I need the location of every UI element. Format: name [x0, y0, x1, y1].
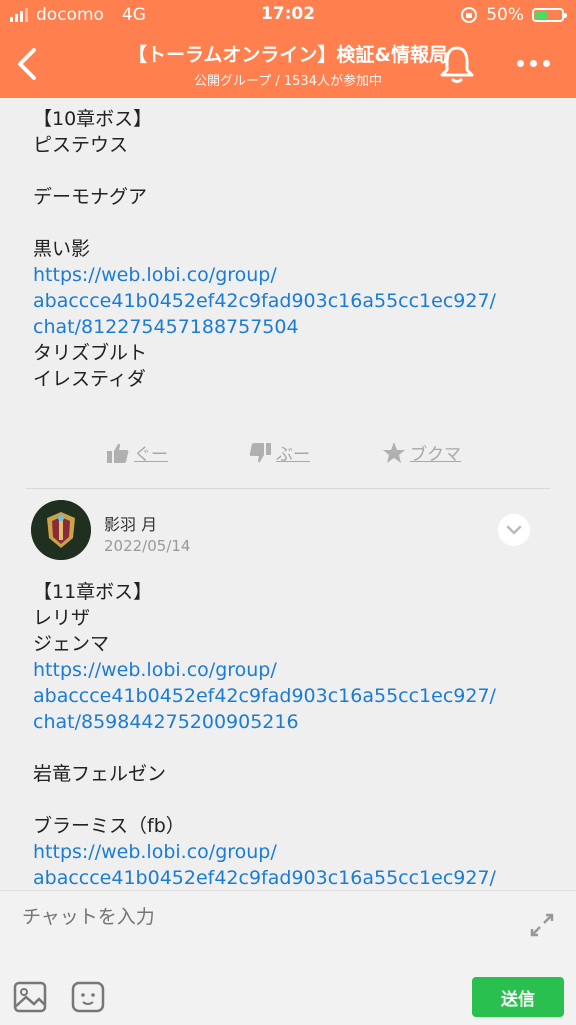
message-line: ジェンマ [33, 633, 110, 655]
message-line [33, 735, 496, 761]
chat-timeline[interactable]: 【10章ボス】 ピステウス デーモナグア 黒い影 https://web.lobi.co… [0, 98, 576, 890]
thumbs-down-icon [249, 442, 271, 462]
battery-percent: 50% [486, 5, 524, 25]
message-line: 黒い影 [33, 238, 91, 260]
star-icon [383, 441, 405, 463]
stamp-icon[interactable] [70, 979, 106, 1015]
boo-button[interactable]: ぶー [248, 440, 310, 465]
message-link[interactable]: chat/859844275200905216 [33, 709, 496, 735]
message-line: ブラーミス（fb） [33, 815, 185, 837]
status-bar: docomo 4G 17:02 50% [0, 0, 576, 30]
nav-bar: 【トーラムオンライン】検証&情報局 公開グループ / 1534人が参加中 [0, 30, 576, 98]
thumbs-up-icon [107, 443, 129, 463]
message-link[interactable]: abaccce41b0452ef42c9fad903c16a55cc1ec927… [33, 683, 496, 709]
message-line: デーモナグア [33, 186, 148, 208]
orientation-lock-icon [461, 7, 478, 23]
message-line: ピステウス [33, 134, 129, 156]
avatar[interactable] [31, 500, 91, 560]
bell-icon[interactable] [436, 42, 478, 86]
expand-icon[interactable] [524, 907, 560, 943]
message-body-11ch: 【11章ボス】 レリザ ジェンマ https://web.lobi.co/group/… [33, 579, 496, 890]
message-line [33, 787, 496, 813]
message-link[interactable]: https://web.lobi.co/group/ [33, 839, 496, 865]
message-line [33, 158, 496, 184]
message-divider [26, 488, 550, 489]
back-chevron-icon[interactable] [10, 42, 46, 86]
bookmark-button[interactable]: ブクマ [382, 440, 461, 465]
post-date: 2022/05/14 [104, 537, 191, 555]
message-link[interactable]: chat/812275457188757504 [33, 314, 496, 340]
image-icon[interactable] [12, 979, 48, 1015]
chat-composer: 送信 [0, 890, 576, 1025]
good-button[interactable]: ぐー [106, 440, 168, 465]
reaction-bar: ぐー ぶー ブクマ [0, 440, 576, 476]
message-link[interactable]: https://web.lobi.co/group/ [33, 262, 496, 288]
message-line: 【11章ボス】 [33, 581, 153, 603]
author-name[interactable]: 影羽 月 [104, 511, 157, 535]
message-body-10ch: 【10章ボス】 ピステウスデーモナグア 黒い影 https://web.lobi.co… [33, 106, 496, 392]
message-line: 【10章ボス】 [33, 108, 153, 130]
chevron-down-icon[interactable] [498, 514, 530, 546]
app-header: docomo 4G 17:02 50% 【トーラムオンライン】検証&情報局 公開… [0, 0, 576, 98]
message-link[interactable]: abaccce41b0452ef42c9fad903c16a55cc1ec927… [33, 865, 496, 890]
message-line: イレスティダ [33, 368, 146, 390]
battery-icon [532, 8, 567, 22]
chat-input[interactable] [20, 905, 504, 929]
message-line: 岩竜フェルゼン [33, 763, 167, 785]
send-button[interactable]: 送信 [472, 977, 564, 1017]
message-line: タリズブルト [33, 342, 148, 364]
message-line [33, 210, 496, 236]
message-link[interactable]: https://web.lobi.co/group/ [33, 657, 496, 683]
message-link[interactable]: abaccce41b0452ef42c9fad903c16a55cc1ec927… [33, 288, 496, 314]
message-line: レリザ [33, 607, 91, 629]
more-icon[interactable] [510, 50, 556, 76]
